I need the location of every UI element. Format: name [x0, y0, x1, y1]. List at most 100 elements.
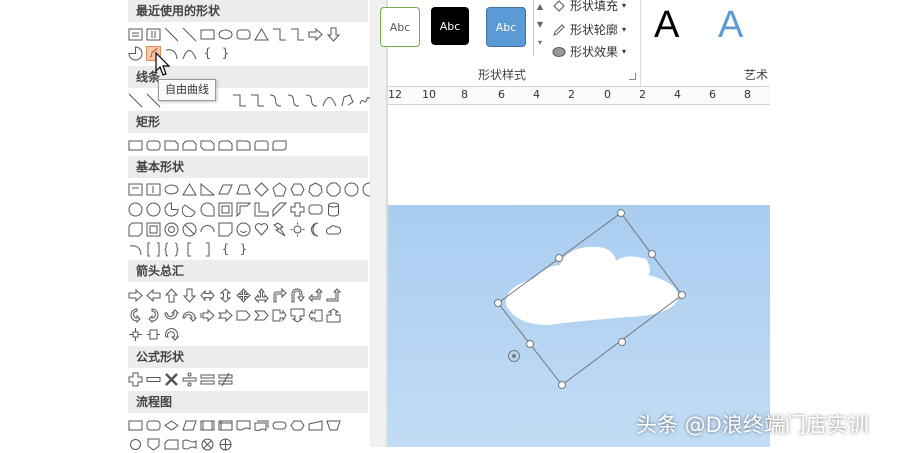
oval-icon[interactable] [164, 182, 179, 197]
flowchart-connector-icon[interactable] [128, 437, 143, 452]
resize-handle[interactable] [617, 209, 625, 217]
divide-icon[interactable] [182, 372, 197, 387]
curved-connector-icon[interactable] [268, 93, 283, 108]
textbox-icon[interactable] [128, 27, 143, 42]
flowchart-predefined-process-icon[interactable] [200, 418, 215, 433]
partial-circle-icon[interactable] [164, 201, 179, 217]
plaque-icon[interactable] [308, 202, 323, 217]
oval-icon[interactable] [218, 27, 233, 42]
left-right-up-arrow-icon[interactable] [254, 287, 269, 303]
trapezoid-icon[interactable] [236, 182, 251, 197]
resize-handle[interactable] [648, 250, 656, 258]
flowchart-offpage-connector-icon[interactable] [146, 437, 161, 452]
curve-icon[interactable] [182, 46, 197, 61]
snip-same-side-rectangle-icon[interactable] [182, 138, 197, 153]
rotate-handle-icon[interactable] [508, 350, 520, 362]
line-icon[interactable] [128, 93, 143, 108]
curved-down-arrow-icon[interactable] [182, 308, 197, 323]
style-gallery-scroll[interactable]: ▲ ▼ ▾ [533, 0, 546, 56]
resize-handle[interactable] [558, 381, 566, 389]
curve-icon[interactable] [322, 93, 337, 108]
flowchart-manual-input-icon[interactable] [308, 418, 323, 433]
bevel-icon[interactable] [146, 222, 161, 237]
vertical-textbox-icon[interactable] [146, 27, 161, 42]
quad-arrow-icon[interactable] [236, 287, 251, 303]
resize-handle[interactable] [618, 338, 626, 346]
curved-arrow-connector-icon[interactable] [286, 93, 301, 108]
resize-handle[interactable] [494, 299, 502, 307]
frame-icon[interactable] [218, 202, 233, 217]
half-frame-icon[interactable] [236, 202, 251, 217]
left-right-arrow-icon[interactable] [200, 288, 215, 303]
octagon-icon[interactable] [326, 182, 341, 197]
up-arrow-callout-icon[interactable] [326, 307, 341, 323]
round-single-corner-rectangle-icon[interactable] [236, 138, 251, 153]
scroll-down-icon[interactable]: ▼ [534, 16, 546, 34]
can-icon[interactable] [326, 202, 341, 217]
rectangle-icon[interactable] [200, 27, 215, 42]
flowchart-decision-icon[interactable] [164, 418, 179, 433]
plus-icon[interactable] [128, 372, 143, 387]
donut-icon[interactable] [164, 222, 179, 237]
wordart-style-blue[interactable]: A [718, 4, 743, 47]
round-diagonal-rectangle-icon[interactable] [272, 138, 287, 153]
heptagon-icon[interactable] [308, 181, 323, 197]
double-brace-icon[interactable] [164, 242, 179, 257]
right-arrow-icon[interactable] [128, 288, 143, 303]
flowchart-card-icon[interactable] [164, 437, 179, 452]
circular-arrow-icon[interactable] [164, 327, 179, 342]
striped-right-arrow-icon[interactable] [200, 308, 215, 323]
u-turn-arrow-icon[interactable] [290, 288, 305, 303]
diamond-icon[interactable] [254, 181, 269, 197]
notched-right-arrow-icon[interactable] [218, 308, 233, 323]
shape-fill-button[interactable]: 形状填充 ▾ [552, 0, 626, 14]
left-right-arrow-callout-icon[interactable] [146, 327, 161, 342]
dialog-launcher-icon[interactable] [629, 73, 636, 80]
snip-diagonal-rectangle-icon[interactable] [200, 138, 215, 153]
vertical-textbox-icon[interactable] [146, 182, 161, 197]
snip-round-rectangle-icon[interactable] [218, 138, 233, 153]
resize-handle[interactable] [678, 291, 686, 299]
lightning-bolt-icon[interactable] [272, 221, 287, 237]
cross-icon[interactable] [290, 202, 305, 217]
chevron-icon[interactable] [254, 308, 269, 323]
flowchart-manual-operation-icon[interactable] [326, 418, 341, 433]
flowchart-terminator-icon[interactable] [272, 418, 287, 433]
flowchart-document-icon[interactable] [236, 418, 251, 433]
bent-up-arrow-icon[interactable] [326, 287, 341, 303]
resize-handle[interactable] [526, 340, 534, 348]
cloud-shape[interactable] [505, 246, 679, 325]
flowchart-preparation-icon[interactable] [290, 418, 305, 433]
down-arrow-callout-icon[interactable] [290, 308, 305, 323]
more-styles-icon[interactable]: ▾ [534, 34, 546, 52]
right-triangle-icon[interactable] [200, 182, 215, 197]
rounded-rectangle-icon[interactable] [146, 138, 161, 153]
not-equal-icon[interactable] [218, 372, 233, 387]
diagonal-stripe-icon[interactable] [272, 202, 287, 217]
line-icon[interactable] [164, 27, 179, 42]
hexagon-icon[interactable] [290, 182, 305, 197]
triangle-icon[interactable] [254, 27, 269, 42]
scroll-up-icon[interactable]: ▲ [534, 0, 546, 16]
down-arrow-icon[interactable] [182, 288, 197, 303]
folded-corner-icon[interactable] [218, 222, 233, 237]
resize-handle[interactable] [555, 254, 563, 262]
rounded-rectangle-icon[interactable] [236, 27, 251, 42]
right-brace-icon[interactable]: } [218, 46, 233, 61]
chord-icon[interactable] [182, 202, 197, 217]
shape-style-black[interactable]: Abc [431, 7, 469, 45]
dodecagon-number-icon[interactable] [146, 202, 161, 217]
l-shape-icon[interactable] [254, 202, 269, 217]
shape-style-outline-green[interactable]: Abc [380, 7, 420, 47]
flowchart-or-icon[interactable] [218, 437, 233, 452]
pie-icon[interactable] [128, 45, 143, 61]
shape-outline-button[interactable]: 形状轮廓 ▾ [552, 21, 626, 38]
left-bracket-icon[interactable] [182, 242, 197, 257]
decagon-icon[interactable] [344, 182, 359, 197]
flowchart-internal-storage-icon[interactable] [218, 418, 233, 433]
left-brace-icon[interactable]: { [200, 46, 215, 61]
sun-icon[interactable] [290, 222, 305, 237]
right-arrow-callout-icon[interactable] [272, 308, 287, 323]
left-arrow-callout-icon[interactable] [308, 308, 323, 323]
curved-double-arrow-icon[interactable] [304, 93, 319, 108]
